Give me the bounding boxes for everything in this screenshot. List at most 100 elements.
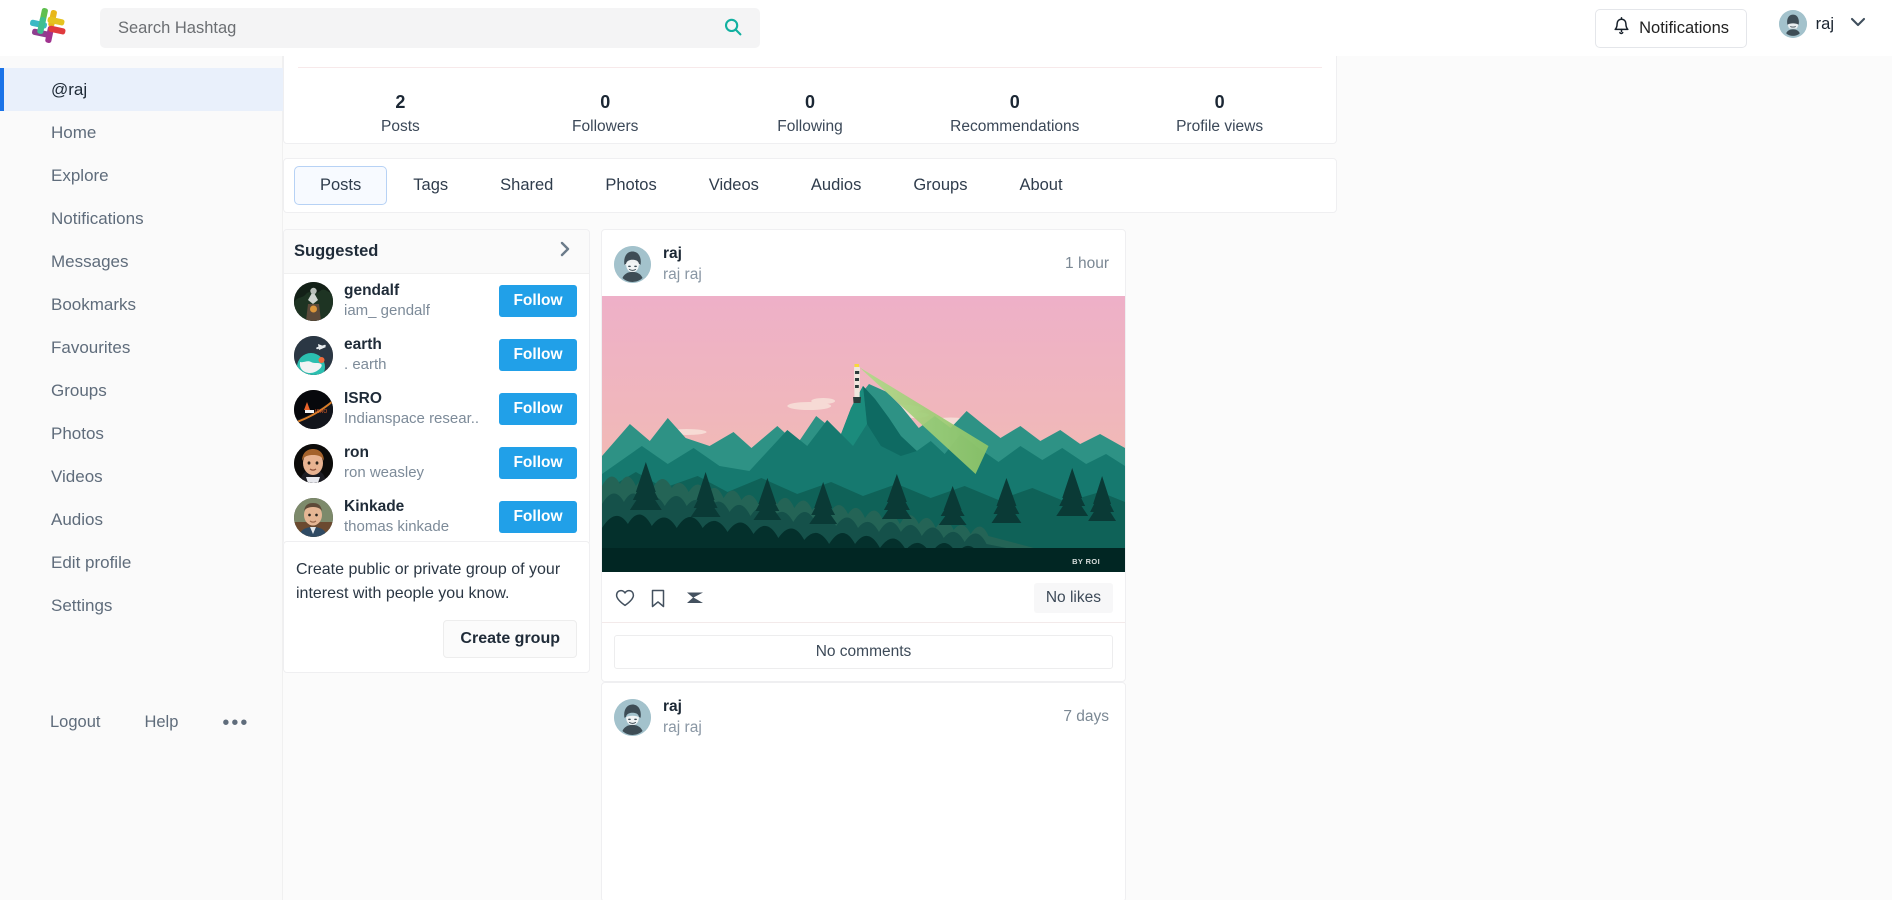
post-header: raj raj raj 1 hour	[602, 230, 1125, 296]
bookmark-icon[interactable]	[649, 584, 679, 612]
post-author[interactable]: raj	[663, 696, 1051, 717]
post-author-block: raj raj raj	[663, 243, 1053, 285]
person-handle: Indianspace resear..	[344, 410, 480, 427]
create-group-button[interactable]: Create group	[443, 620, 577, 658]
search-button[interactable]	[706, 8, 760, 48]
person-name: ron	[344, 444, 369, 461]
sidebar-item-audios[interactable]: Audios	[0, 498, 283, 541]
isro-avatar[interactable]: ISRO	[294, 389, 333, 429]
sidebar-item-videos[interactable]: Videos	[0, 455, 283, 498]
stat-value: 0	[1214, 92, 1225, 112]
list-item: ron ron weasley Follow	[284, 436, 589, 490]
earth-avatar[interactable]	[294, 335, 333, 375]
anonymous-avatar[interactable]	[614, 245, 651, 283]
stat-value: 0	[804, 92, 815, 112]
sidebar-item-groups[interactable]: Groups	[0, 369, 283, 412]
stat-recommendations[interactable]: 0 Recommendations	[912, 89, 1117, 139]
follow-button[interactable]: Follow	[499, 285, 577, 317]
sidebar-item-notifications[interactable]: Notifications	[0, 197, 283, 240]
search-input[interactable]	[100, 8, 706, 48]
profile-stats: 2 Posts 0 Followers 0 Following 0 Recomm…	[283, 56, 1337, 144]
follow-button[interactable]: Follow	[499, 393, 577, 425]
stat-following[interactable]: 0 Following	[708, 89, 913, 139]
top-header: Notifications raj	[0, 0, 1892, 56]
sidebar-item-favourites[interactable]: Favourites	[0, 326, 283, 369]
tab-about[interactable]: About	[993, 166, 1088, 205]
stat-value: 0	[600, 92, 611, 112]
sidebar-item-photos[interactable]: Photos	[0, 412, 283, 455]
person-name: earth	[344, 336, 382, 353]
stat-value: 0	[1009, 92, 1020, 112]
create-group-text: Create public or private group of your i…	[296, 561, 561, 602]
more-options-icon[interactable]: •••	[222, 713, 249, 733]
person-meta: earth . earth	[344, 335, 488, 375]
follow-button[interactable]: Follow	[499, 447, 577, 479]
help-link[interactable]: Help	[144, 713, 178, 732]
tab-tags[interactable]: Tags	[387, 166, 474, 205]
post-author[interactable]: raj	[663, 243, 1053, 264]
anonymous-avatar[interactable]	[614, 698, 651, 736]
sidebar-item-settings[interactable]: Settings	[0, 584, 283, 627]
person-meta: ISRO Indianspace resear..	[344, 389, 488, 429]
list-item: Kinkade thomas kinkade Follow	[284, 490, 589, 544]
post: raj raj raj 1 hour BY ROI No likes No co…	[601, 229, 1126, 682]
search-bar[interactable]	[100, 8, 760, 48]
person-name: ISRO	[344, 390, 382, 407]
post-image[interactable]: BY ROI	[602, 296, 1125, 572]
list-item: earth . earth Follow	[284, 328, 589, 382]
create-group-panel: Create public or private group of your i…	[283, 541, 590, 673]
sidebar-item-edit-profile[interactable]: Edit profile	[0, 541, 283, 584]
svg-text:ISRO: ISRO	[315, 409, 327, 415]
sidebar: @raj Home Explore Notifications Messages…	[0, 56, 283, 900]
post: raj raj raj 7 days	[601, 682, 1126, 900]
chevron-right-icon[interactable]	[557, 239, 573, 264]
stat-posts[interactable]: 2 Posts	[298, 89, 503, 139]
heart-icon[interactable]	[614, 584, 644, 612]
main-content: 2 Posts 0 Followers 0 Following 0 Recomm…	[283, 56, 1892, 900]
tab-posts[interactable]: Posts	[294, 166, 388, 205]
person-name: Kinkade	[344, 498, 405, 515]
notifications-button[interactable]: Notifications	[1595, 9, 1747, 48]
stat-label: Posts	[381, 118, 420, 135]
person-handle: thomas kinkade	[344, 518, 450, 535]
post-header: raj raj raj 7 days	[602, 683, 1125, 749]
wizard-avatar[interactable]	[294, 281, 333, 321]
send-icon[interactable]	[684, 584, 714, 612]
sidebar-item-messages[interactable]: Messages	[0, 240, 283, 283]
tab-audios[interactable]: Audios	[785, 166, 887, 205]
sidebar-item-home[interactable]: Home	[0, 111, 283, 154]
search-icon	[723, 17, 743, 40]
chevron-down-icon[interactable]	[1848, 14, 1868, 35]
stat-followers[interactable]: 0 Followers	[503, 89, 708, 139]
person-handle: iam_ gendalf	[344, 302, 430, 319]
stat-profile-views[interactable]: 0 Profile views	[1117, 89, 1322, 139]
stat-label: Following	[777, 118, 843, 135]
post-author-block: raj raj raj	[663, 696, 1051, 738]
profile-tabs: Posts Tags Shared Photos Videos Audios G…	[283, 158, 1337, 213]
tab-videos[interactable]: Videos	[683, 166, 785, 205]
suggested-title: Suggested	[294, 242, 379, 260]
tab-shared[interactable]: Shared	[474, 166, 579, 205]
bell-icon	[1613, 16, 1630, 41]
logout-link[interactable]: Logout	[50, 713, 100, 732]
follow-button[interactable]: Follow	[499, 339, 577, 371]
person-meta: Kinkade thomas kinkade	[344, 497, 488, 537]
tab-groups[interactable]: Groups	[887, 166, 993, 205]
person-meta: gendalf iam_ gendalf	[344, 281, 488, 321]
hashtag-logo[interactable]	[26, 5, 70, 49]
post-author-fullname: raj raj	[663, 719, 702, 736]
post-author-fullname: raj raj	[663, 266, 702, 283]
sidebar-item-bookmarks[interactable]: Bookmarks	[0, 283, 283, 326]
person-handle: ron weasley	[344, 464, 425, 481]
person-name: gendalf	[344, 282, 400, 299]
comments-placeholder[interactable]: No comments	[614, 635, 1113, 669]
sidebar-item-explore[interactable]: Explore	[0, 154, 283, 197]
notifications-label: Notifications	[1639, 19, 1729, 37]
follow-button[interactable]: Follow	[499, 501, 577, 533]
sidebar-item-profile[interactable]: @raj	[0, 68, 283, 111]
man-avatar[interactable]	[294, 497, 333, 537]
stat-label: Followers	[572, 118, 639, 135]
user-menu[interactable]: raj	[1778, 10, 1834, 38]
tab-photos[interactable]: Photos	[579, 166, 682, 205]
boy-avatar[interactable]	[294, 443, 333, 483]
